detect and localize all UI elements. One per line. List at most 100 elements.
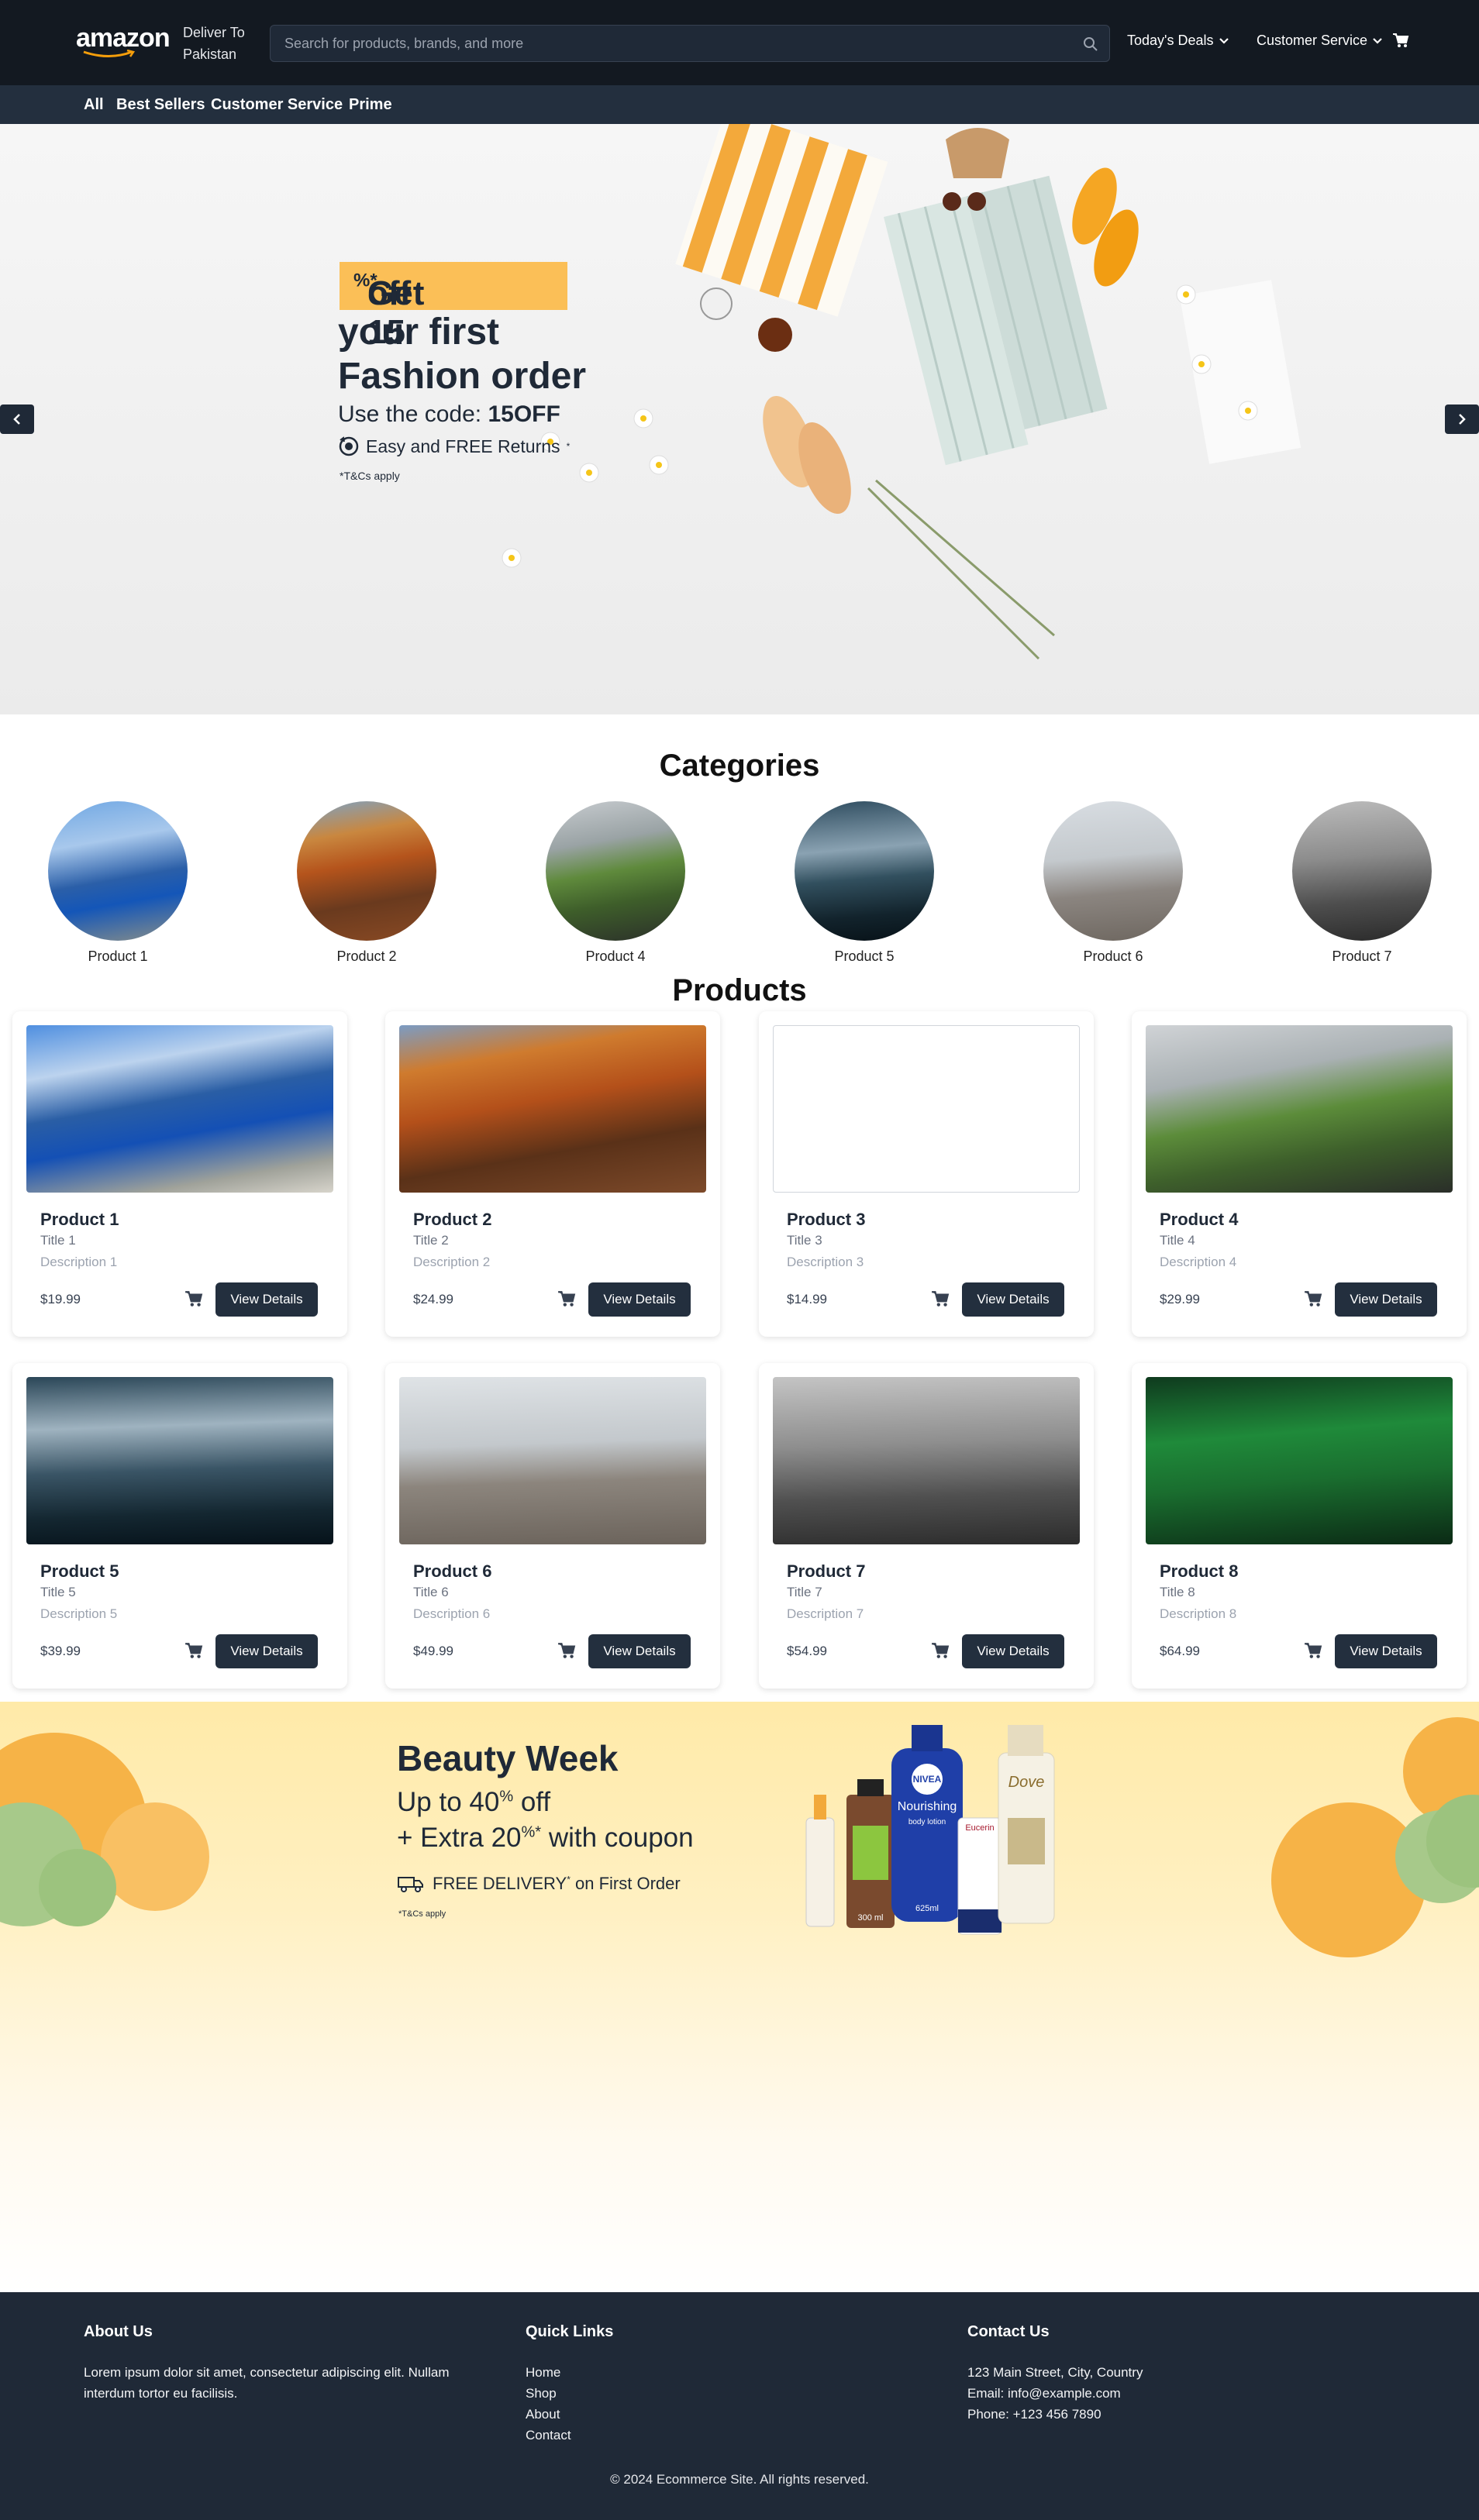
product-title: Title 3 xyxy=(787,1233,822,1248)
customer-service-menu[interactable]: Customer Service xyxy=(1257,33,1383,49)
cart-icon[interactable] xyxy=(931,1642,950,1663)
product-label-eucerin: Eucerin xyxy=(965,1823,994,1833)
todays-deals-menu[interactable]: Today's Deals xyxy=(1127,33,1229,49)
category-image xyxy=(48,801,188,941)
footer-link-about[interactable]: About xyxy=(526,2404,571,2425)
product-image[interactable] xyxy=(1146,1025,1453,1193)
footer-link-shop[interactable]: Shop xyxy=(526,2383,571,2404)
view-details-button[interactable]: View Details xyxy=(1335,1282,1437,1317)
hero-headline-line1: your first xyxy=(338,312,500,353)
category-item[interactable]: Product 7 xyxy=(1292,801,1432,965)
footer-links-title: Quick Links xyxy=(526,2323,614,2340)
beauty-tc: *T&Cs apply xyxy=(398,1909,446,1919)
product-title: Title 2 xyxy=(413,1233,449,1248)
category-label: Product 1 xyxy=(88,948,148,964)
cart-icon[interactable] xyxy=(1304,1642,1322,1663)
view-details-button[interactable]: View Details xyxy=(1335,1634,1437,1668)
product-description: Description 1 xyxy=(40,1255,118,1269)
product-price: $19.99 xyxy=(40,1292,81,1306)
footer-about-title: About Us xyxy=(84,2323,153,2340)
footer-links: Home Shop About Contact xyxy=(526,2362,571,2446)
subnav-customer-service[interactable]: Customer Service xyxy=(211,96,343,114)
footer-link-home[interactable]: Home xyxy=(526,2362,571,2383)
view-details-button[interactable]: View Details xyxy=(215,1634,318,1668)
cart-icon[interactable] xyxy=(931,1290,950,1311)
subnav-best-sellers[interactable]: Best Sellers xyxy=(116,96,205,114)
broken-image-icon[interactable] xyxy=(773,1025,1080,1193)
product-image[interactable] xyxy=(26,1377,333,1544)
hero-returns: Easy and FREE Returns * xyxy=(338,435,570,457)
deliver-to[interactable]: Deliver To Pakistan xyxy=(183,22,245,65)
amazon-logo[interactable]: amazon xyxy=(76,23,171,57)
product-title: Title 4 xyxy=(1160,1233,1195,1248)
cart-icon[interactable] xyxy=(1304,1290,1322,1311)
category-item[interactable]: Product 1 xyxy=(48,801,188,965)
search-icon[interactable] xyxy=(1083,36,1098,56)
top-navbar: amazon Deliver To Pakistan Today's Deals… xyxy=(0,0,1479,85)
product-price: $24.99 xyxy=(413,1292,453,1306)
product-card: Product 2 Title 2 Description 2 $24.99 V… xyxy=(385,1011,720,1337)
category-item[interactable]: Product 5 xyxy=(795,801,934,965)
product-card: Product 3 Title 3 Description 3 $14.99 V… xyxy=(759,1011,1094,1337)
category-image xyxy=(1043,801,1183,941)
product-image[interactable] xyxy=(773,1377,1080,1544)
deliver-country: Pakistan xyxy=(183,46,237,62)
hero-fashion-image xyxy=(502,124,1301,660)
product-description: Description 5 xyxy=(40,1606,118,1621)
cart-icon[interactable] xyxy=(184,1290,203,1311)
hero-carousel: Get 15% off * your first Fashion order Us… xyxy=(0,124,1479,714)
product-card: Product 8 Title 8 Description 8 $64.99 V… xyxy=(1132,1363,1467,1689)
product-image[interactable] xyxy=(26,1025,333,1193)
beauty-title: Beauty Week xyxy=(397,1738,619,1778)
product-name: Product 5 xyxy=(40,1561,119,1581)
product-name: Product 3 xyxy=(787,1210,866,1229)
footer-address: 123 Main Street, City, Country xyxy=(967,2365,1143,2380)
product-description: Description 2 xyxy=(413,1255,491,1269)
product-title: Title 8 xyxy=(1160,1585,1195,1599)
cart-icon[interactable] xyxy=(557,1290,576,1311)
hero-code: Use the code: 15OFF xyxy=(338,401,560,427)
carousel-prev-button[interactable] xyxy=(0,405,34,434)
product-description: Description 3 xyxy=(787,1255,864,1269)
logo-text: amazon xyxy=(76,23,171,53)
product-label-volume: 625ml xyxy=(915,1904,939,1913)
product-price: $49.99 xyxy=(413,1644,453,1658)
cart-icon[interactable] xyxy=(1392,33,1409,52)
footer: About Us Lorem ipsum dolor sit amet, con… xyxy=(0,2292,1479,2520)
todays-deals-label: Today's Deals xyxy=(1127,33,1214,48)
footer-email[interactable]: Email: info@example.com xyxy=(967,2383,1143,2404)
category-image xyxy=(1292,801,1432,941)
carousel-next-button[interactable] xyxy=(1445,405,1479,434)
view-details-button[interactable]: View Details xyxy=(962,1634,1064,1668)
category-item[interactable]: Product 4 xyxy=(546,801,685,965)
product-image[interactable] xyxy=(399,1025,706,1193)
cart-icon[interactable] xyxy=(184,1642,203,1663)
product-image[interactable] xyxy=(1146,1377,1453,1544)
cart-icon[interactable] xyxy=(557,1642,576,1663)
category-item[interactable]: Product 2 xyxy=(297,801,436,965)
returns-text: Easy and FREE Returns xyxy=(366,435,560,456)
view-details-button[interactable]: View Details xyxy=(588,1282,691,1317)
footer-contact-title: Contact Us xyxy=(967,2323,1050,2340)
product-name: Product 1 xyxy=(40,1210,119,1229)
beauty-week-banner[interactable]: NIVEA Nourishing body lotion 625ml Eucer… xyxy=(0,1702,1479,2292)
product-card: Product 4 Title 4 Description 4 $29.99 V… xyxy=(1132,1011,1467,1337)
category-image xyxy=(546,801,685,941)
promo-badge: Get 15% off * xyxy=(340,262,567,351)
view-details-button[interactable]: View Details xyxy=(588,1634,691,1668)
hero-headline: your first Fashion order xyxy=(338,310,648,398)
search-input[interactable] xyxy=(271,26,1109,61)
truck-icon xyxy=(398,1877,423,1892)
chevron-right-icon xyxy=(1459,414,1466,425)
product-card: Product 5 Title 5 Description 5 $39.99 V… xyxy=(12,1363,347,1689)
product-label-dove: Dove xyxy=(1008,1774,1045,1791)
view-details-button[interactable]: View Details xyxy=(962,1282,1064,1317)
footer-about-text: Lorem ipsum dolor sit amet, consectetur … xyxy=(84,2365,450,2401)
subnav-all[interactable]: All xyxy=(84,96,104,114)
view-details-button[interactable]: View Details xyxy=(215,1282,318,1317)
subnav-prime[interactable]: Prime xyxy=(349,96,392,114)
category-item[interactable]: Product 6 xyxy=(1043,801,1183,965)
chevron-down-icon xyxy=(1373,37,1382,44)
footer-link-contact[interactable]: Contact xyxy=(526,2425,571,2446)
product-image[interactable] xyxy=(399,1377,706,1544)
